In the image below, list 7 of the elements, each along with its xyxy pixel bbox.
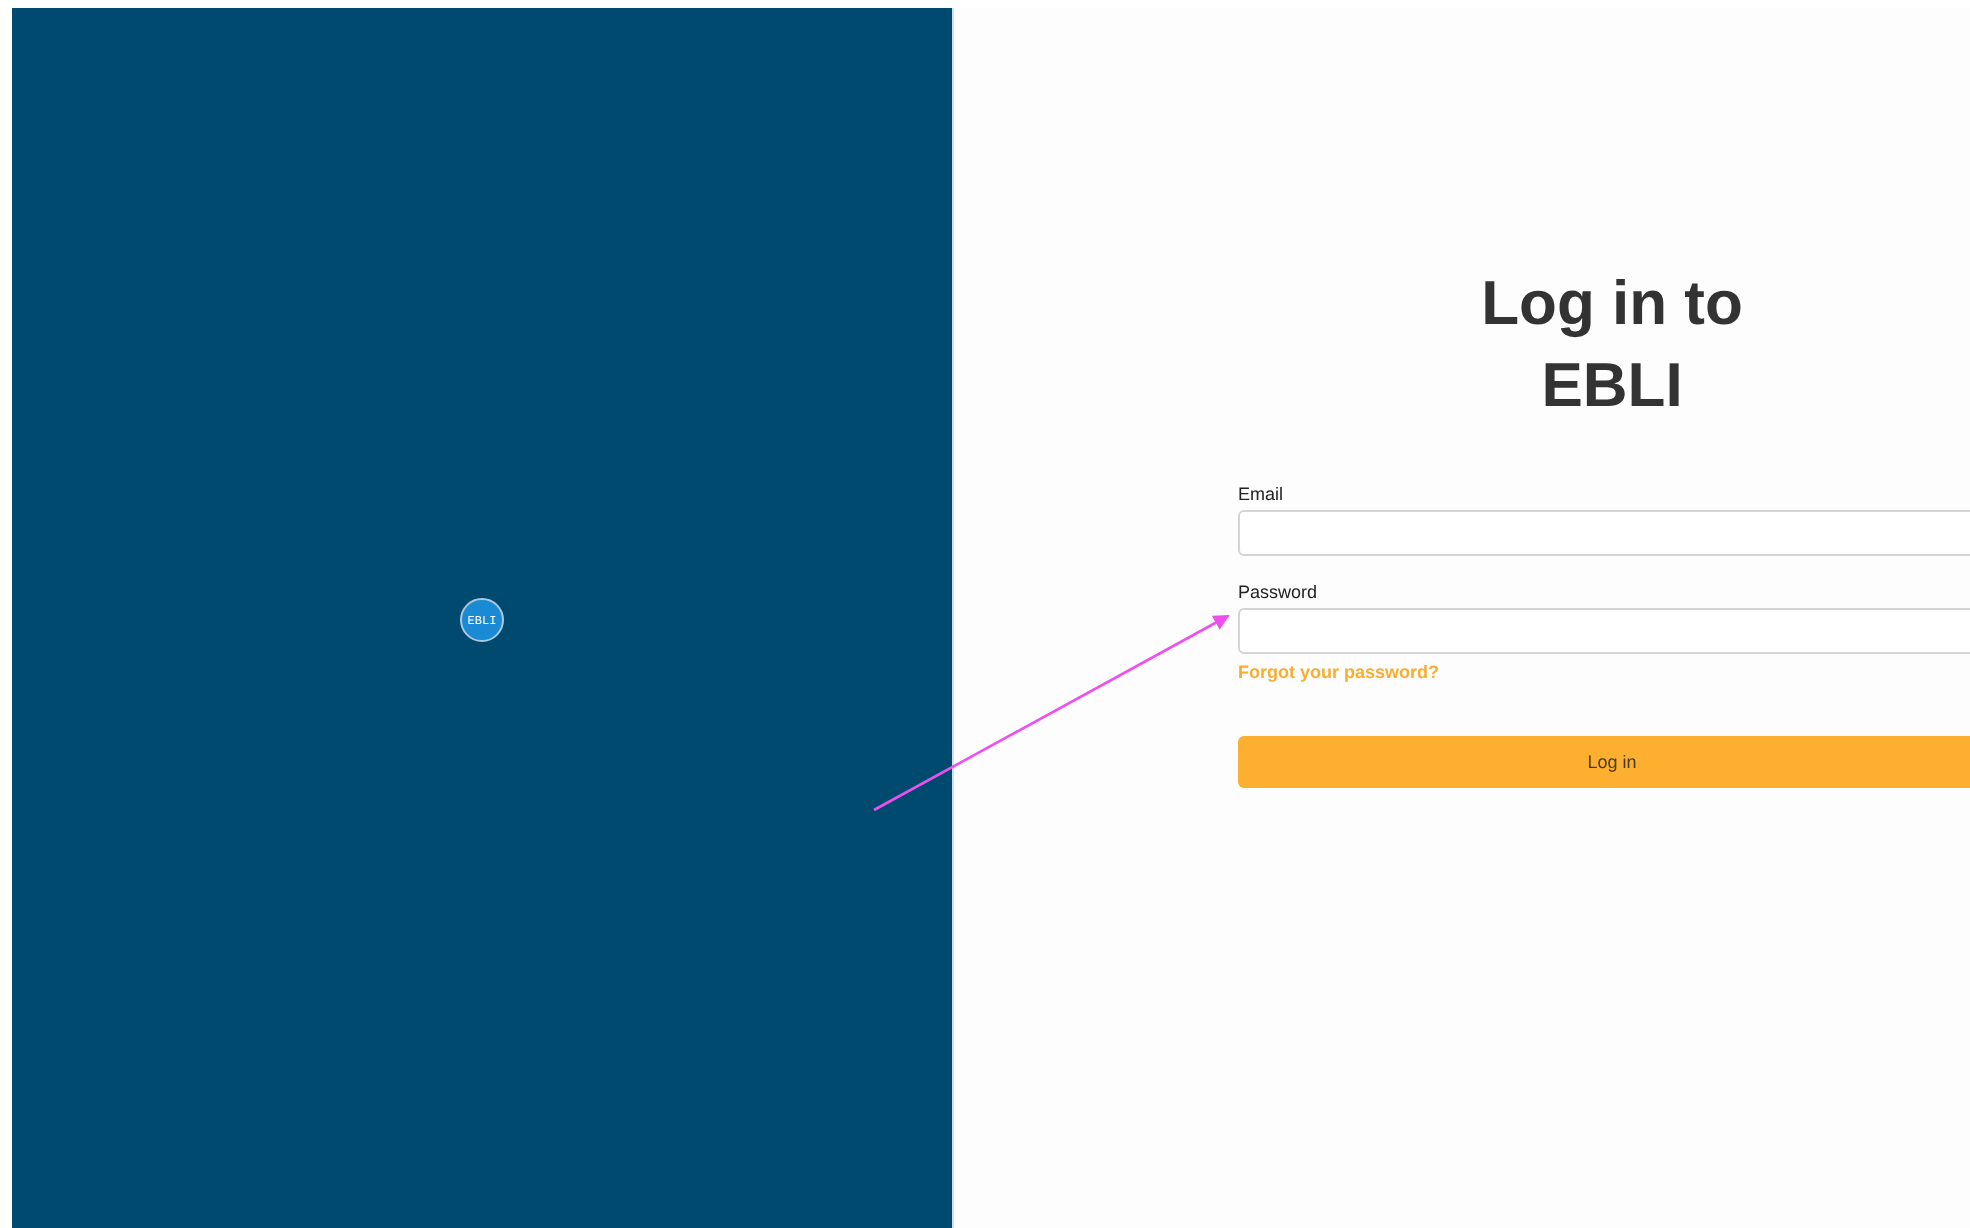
- field-label: Email: [1238, 484, 1286, 504]
- page-title: Log in to: [1481, 266, 1743, 342]
- page-title: EBLI: [1541, 348, 1683, 424]
- input-field[interactable]: [1238, 510, 1970, 556]
- login-button[interactable]: Log in: [1238, 736, 1970, 788]
- input-field[interactable]: [1238, 608, 1970, 654]
- field-label: Password: [1238, 582, 1320, 602]
